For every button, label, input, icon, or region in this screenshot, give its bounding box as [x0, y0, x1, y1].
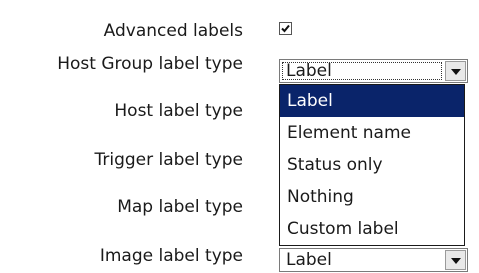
option-nothing[interactable]: Nothing	[280, 181, 464, 213]
chevron-down-icon	[451, 258, 461, 264]
option-label[interactable]: Label	[280, 85, 464, 117]
host-group-label-type-select[interactable]: Label	[279, 59, 468, 83]
chevron-down-icon	[451, 69, 461, 75]
host-group-label-type-label: Host Group label type	[57, 54, 243, 74]
checkmark-icon	[281, 24, 290, 33]
select-value: Label	[286, 250, 332, 270]
advanced-labels-label: Advanced labels	[103, 21, 243, 41]
dropdown-toggle-button[interactable]	[445, 61, 466, 81]
label-type-dropdown-list: Label Element name Status only Nothing C…	[279, 84, 465, 246]
advanced-labels-checkbox[interactable]	[279, 22, 292, 35]
map-label-type-label: Map label type	[117, 197, 243, 217]
option-status-only[interactable]: Status only	[280, 149, 464, 181]
option-custom-label[interactable]: Custom label	[280, 213, 464, 245]
select-value: Label	[286, 61, 332, 81]
image-label-type-select[interactable]: Label	[279, 248, 468, 272]
map-label-settings-form: Advanced labels Host Group label type Ho…	[0, 0, 479, 273]
trigger-label-type-label: Trigger label type	[94, 150, 243, 170]
image-label-type-label: Image label type	[99, 246, 243, 266]
option-element-name[interactable]: Element name	[280, 117, 464, 149]
host-label-type-label: Host label type	[114, 101, 243, 121]
dropdown-toggle-button[interactable]	[445, 250, 466, 270]
